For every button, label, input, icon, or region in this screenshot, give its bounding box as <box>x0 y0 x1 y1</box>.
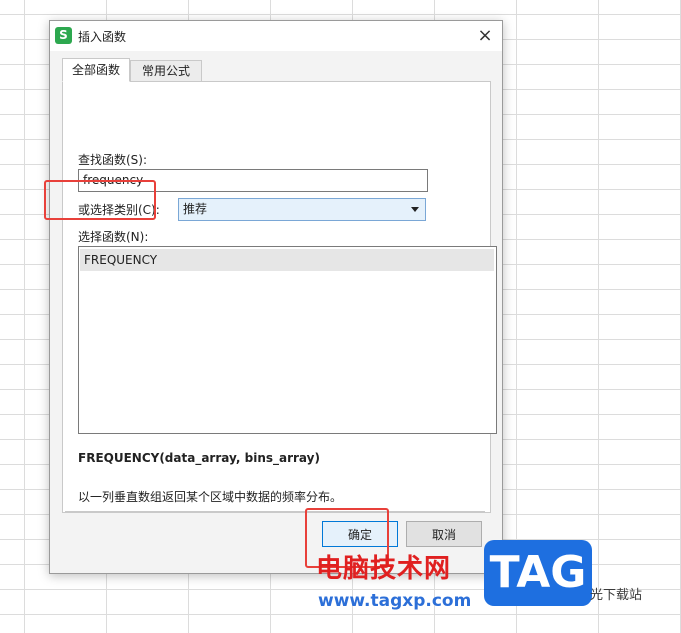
close-icon[interactable]: × <box>474 25 496 47</box>
ok-button[interactable]: 确定 <box>322 521 398 547</box>
category-select[interactable]: 推荐 <box>178 198 426 221</box>
watermark-badge: TAG <box>484 540 592 606</box>
watermark-tail: 光下载站 <box>590 588 643 603</box>
search-input[interactable]: frequency <box>78 169 428 192</box>
function-list[interactable]: FREQUENCY <box>78 246 497 434</box>
function-list-label: 选择函数(N): <box>78 230 149 244</box>
divider <box>65 511 485 512</box>
list-item[interactable]: FREQUENCY <box>80 249 494 271</box>
function-description: 以一列垂直数组返回某个区域中数据的频率分布。 <box>78 490 343 504</box>
dialog-titlebar: S 插入函数 × <box>50 21 502 51</box>
tab-panel: 查找函数(S): frequency 或选择类别(C): 推荐 选择函数(N):… <box>62 81 497 513</box>
cancel-button[interactable]: 取消 <box>406 521 482 547</box>
dialog-title: 插入函数 <box>78 30 127 44</box>
watermark-url: www.tagxp.com <box>318 591 472 611</box>
app-logo-icon: S <box>55 27 72 44</box>
watermark-site-name: 电脑技术网 <box>316 554 452 584</box>
category-label: 或选择类别(C): <box>78 203 160 217</box>
tab-common-formulas[interactable]: 常用公式 <box>130 60 202 82</box>
search-label: 查找函数(S): <box>78 153 148 167</box>
category-value: 推荐 <box>183 202 208 216</box>
tab-all-functions[interactable]: 全部函数 <box>62 58 130 82</box>
function-signature: FREQUENCY(data_array, bins_array) <box>78 451 320 465</box>
insert-function-dialog: S 插入函数 × 全部函数 常用公式 查找函数(S): frequency 或选… <box>49 20 503 574</box>
chevron-down-icon <box>411 207 419 212</box>
